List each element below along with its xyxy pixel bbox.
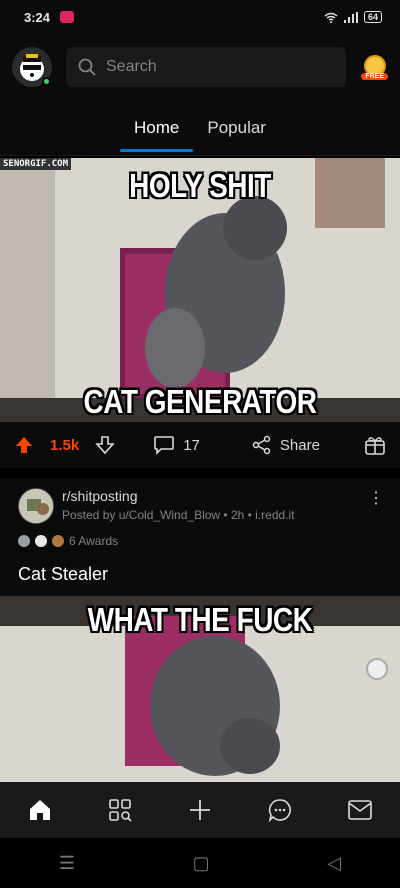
- tab-home[interactable]: Home: [119, 100, 194, 156]
- search-placeholder: Search: [106, 58, 157, 75]
- notification-icon: [60, 11, 75, 23]
- recent-apps-icon[interactable]: ☰: [59, 853, 75, 874]
- gift-icon[interactable]: [364, 434, 386, 456]
- meme-top-text: HOLY SHIT: [129, 166, 271, 204]
- battery-indicator: 64: [363, 11, 382, 23]
- upvote-icon[interactable]: [14, 435, 34, 455]
- chat-icon: [268, 799, 291, 823]
- subreddit-icon[interactable]: [18, 488, 54, 524]
- nav-discover[interactable]: [100, 790, 140, 830]
- share-button[interactable]: Share: [252, 435, 320, 455]
- nav-home[interactable]: [20, 790, 60, 830]
- tab-popular[interactable]: Popular: [207, 100, 266, 156]
- user-avatar[interactable]: [12, 47, 52, 87]
- coin-label: FREE: [361, 72, 388, 80]
- back-icon[interactable]: ◁: [327, 853, 341, 874]
- post-title[interactable]: Cat Stealer: [18, 564, 108, 585]
- post-separator: [0, 468, 400, 478]
- signal-icon: [343, 11, 358, 23]
- nav-create[interactable]: [180, 790, 220, 830]
- status-time: 3:24: [24, 9, 51, 25]
- plus-icon: [190, 800, 210, 820]
- post-card[interactable]: r/shitposting Posted by u/Cold_Wind_Blow…: [0, 478, 400, 596]
- award-icon: [18, 535, 30, 547]
- online-status-dot: [42, 77, 51, 86]
- share-label: Share: [279, 436, 320, 454]
- post-media[interactable]: WHAT THE FUCK: [0, 596, 400, 782]
- home-button-icon[interactable]: ▢: [193, 853, 210, 874]
- post-meta: Posted by u/Cold_Wind_Blow • 2h • i.redd…: [62, 508, 295, 522]
- subreddit-name[interactable]: r/shitposting: [62, 488, 137, 504]
- feed-tabs: Home Popular: [0, 100, 400, 156]
- post-media[interactable]: SENORGIF.COM HOLY SHIT CAT GENERATOR: [0, 158, 400, 422]
- post-actions: 1.5k 17 Share: [0, 422, 400, 468]
- meme-top-text: WHAT THE FUCK: [87, 600, 313, 638]
- downvote-icon[interactable]: [95, 435, 115, 455]
- awards-count: 6 Awards: [69, 534, 119, 548]
- share-icon: [252, 435, 271, 455]
- nav-inbox[interactable]: [340, 790, 380, 830]
- vote-group: 1.5k: [14, 435, 115, 455]
- status-bar: 3:24 64: [0, 0, 400, 34]
- system-nav: ☰ ▢ ◁: [0, 838, 400, 888]
- comment-icon: [154, 436, 175, 455]
- award-icon: [52, 535, 64, 547]
- search-bar[interactable]: Search: [66, 47, 346, 87]
- search-icon: [78, 58, 96, 76]
- wifi-icon: [324, 12, 338, 23]
- award-icon: [35, 535, 47, 547]
- status-icons: 64: [324, 11, 382, 23]
- mail-icon: [348, 800, 372, 820]
- home-icon: [30, 800, 50, 820]
- scroll-handle[interactable]: [366, 658, 388, 680]
- comment-count: 17: [183, 436, 200, 454]
- nav-chat[interactable]: [260, 790, 300, 830]
- more-options-icon[interactable]: ⋮: [368, 491, 384, 507]
- free-coins-button[interactable]: FREE: [361, 54, 388, 80]
- app-header: Search FREE: [0, 34, 400, 100]
- discover-icon: [109, 799, 132, 822]
- comments-button[interactable]: 17: [153, 435, 200, 455]
- awards-row[interactable]: 6 Awards: [18, 534, 118, 548]
- vote-count: 1.5k: [50, 436, 80, 454]
- bottom-nav: [0, 782, 400, 838]
- subreddit-avatar-icon: [19, 489, 53, 523]
- meme-bottom-text: CAT GENERATOR: [83, 382, 317, 420]
